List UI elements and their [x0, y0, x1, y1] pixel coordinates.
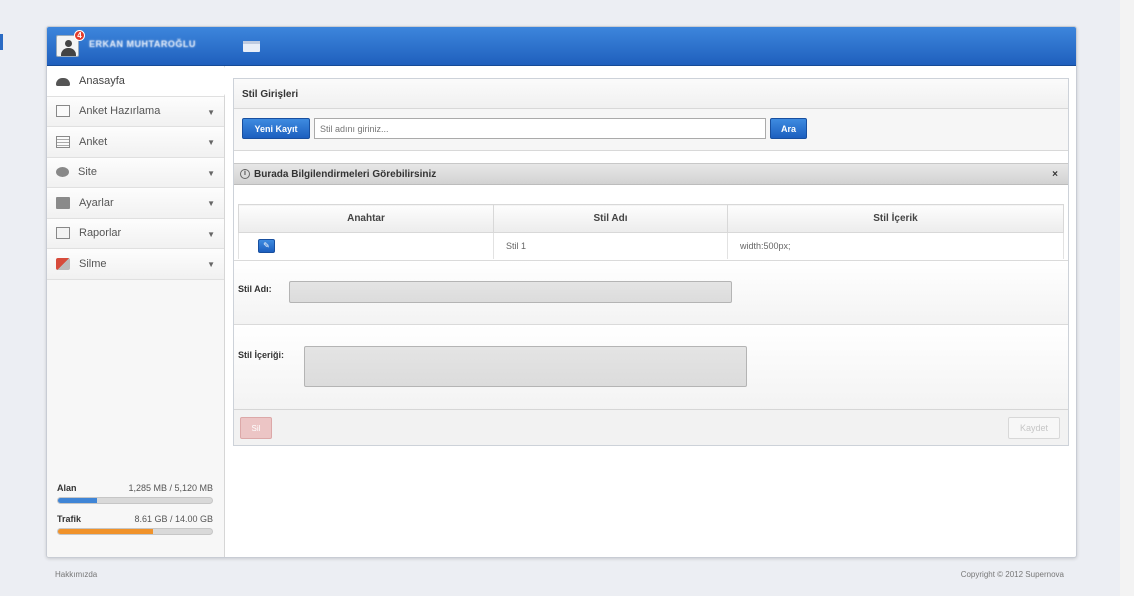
sidebar-item-label: Site [78, 166, 97, 179]
form-row-name: Stil Adı: [234, 260, 1068, 324]
panel-title: Stil Girişleri [234, 79, 1068, 109]
column-header-anahtar[interactable]: Anahtar [238, 204, 494, 233]
user-icon [65, 40, 72, 47]
column-header-stil-icerik[interactable]: Stil İçerik [727, 204, 1064, 233]
info-bar: i Burada Bilgilendirmeleri Görebilirsini… [234, 163, 1068, 185]
table-row[interactable]: ✎ Stil 1 width:500px; [238, 232, 1064, 259]
sidebar-item-label: Raporlar [79, 227, 122, 240]
sidebar-item-label: Ayarlar [79, 196, 114, 209]
delete-icon [56, 257, 70, 270]
sidebar-item-label: Anket [79, 135, 108, 148]
chevron-down-icon: ▼ [207, 199, 215, 208]
sidebar-item-anket-hazirlama[interactable]: Anket Hazırlama ▼ [47, 96, 224, 127]
usage-bar-fill [58, 498, 97, 503]
styles-table: Anahtar Stil Adı Stil İçerik ✎ Stil 1 wi… [238, 204, 1064, 259]
column-header-stil-adi[interactable]: Stil Adı [493, 204, 728, 233]
usage-stats: Alan 1,285 MB / 5,120 MB Trafik 8.61 GB … [57, 483, 213, 545]
sidebar-item-raporlar[interactable]: Raporlar ▼ [47, 218, 224, 249]
sidebar-item-anasayfa[interactable]: Anasayfa [47, 66, 231, 97]
search-input[interactable] [314, 118, 766, 139]
delete-button[interactable]: Sil [240, 417, 272, 439]
edit-icon[interactable]: ✎ [258, 238, 275, 253]
app-window: 4 ERKAN MUHTAROĞLU Anasayfa Anket Hazırl… [46, 26, 1077, 558]
search-row: Yeni Kayıt Ara [234, 109, 1068, 151]
usage-bar [57, 528, 213, 535]
form-actions: Sil Kaydet [234, 409, 1068, 445]
usage-label: Alan [57, 483, 77, 493]
close-icon[interactable]: × [1052, 169, 1058, 180]
usage-value: 1,285 MB / 5,120 MB [128, 483, 213, 493]
sidebar-item-anket[interactable]: Anket ▼ [47, 127, 224, 158]
usage-trafik: Trafik 8.61 GB / 14.00 GB [57, 514, 213, 535]
site-icon [56, 167, 69, 178]
save-button[interactable]: Kaydet [1008, 417, 1060, 439]
list-icon [56, 135, 70, 148]
chevron-down-icon: ▼ [207, 229, 215, 239]
usage-bar [57, 497, 213, 504]
new-record-button[interactable]: Yeni Kayıt [242, 118, 310, 139]
usage-value: 8.61 GB / 14.00 GB [134, 514, 213, 524]
about-link[interactable]: Hakkımızda [55, 570, 97, 579]
notification-badge[interactable]: 4 [74, 30, 85, 41]
settings-icon [56, 196, 70, 209]
right-strip [1120, 0, 1134, 596]
style-content-field[interactable] [304, 346, 747, 387]
table-cell-key: ✎ [238, 232, 494, 259]
username[interactable]: ERKAN MUHTAROĞLU [89, 39, 196, 49]
info-icon: i [240, 169, 250, 179]
main-panel: Stil Girişleri Yeni Kayıt Ara i Burada B… [233, 78, 1069, 446]
left-accent [0, 34, 3, 50]
topbar: 4 ERKAN MUHTAROĞLU [47, 27, 1076, 66]
chevron-down-icon: ▼ [207, 138, 215, 147]
chevron-down-icon: ▼ [207, 107, 215, 117]
report-icon [56, 227, 70, 240]
usage-alan: Alan 1,285 MB / 5,120 MB [57, 483, 213, 504]
info-text: Burada Bilgilendirmeleri Görebilirsiniz [254, 168, 437, 180]
sidebar-item-site[interactable]: Site ▼ [47, 157, 224, 188]
table-cell-name: Stil 1 [493, 232, 728, 259]
chevron-down-icon: ▼ [207, 260, 215, 269]
sidebar-item-silme[interactable]: Silme ▼ [47, 249, 224, 280]
sidebar-item-label: Anket Hazırlama [79, 105, 161, 118]
copyright: Copyright © 2012 Supernova [960, 570, 1064, 579]
style-content-label: Stil İçeriği: [238, 350, 285, 360]
table-header-row: Anahtar Stil Adı Stil İçerik [238, 204, 1064, 233]
sidebar-item-label: Silme [79, 257, 107, 270]
document-icon [56, 105, 70, 118]
search-button[interactable]: Ara [770, 118, 807, 139]
chevron-down-icon: ▼ [207, 168, 215, 178]
form-row-content: Stil İçeriği: [234, 324, 1068, 410]
sidebar: Anasayfa Anket Hazırlama ▼ Anket ▼ Site … [47, 66, 231, 557]
table-cell-content: width:500px; [727, 232, 1064, 259]
style-name-label: Stil Adı: [238, 284, 272, 294]
home-icon [56, 78, 70, 87]
message-icon[interactable] [243, 41, 260, 52]
usage-label: Trafik [57, 514, 82, 524]
usage-bar-fill [58, 529, 153, 534]
style-name-field[interactable] [289, 281, 732, 303]
sidebar-item-ayarlar[interactable]: Ayarlar ▼ [47, 188, 224, 219]
sidebar-item-label: Anasayfa [79, 74, 125, 87]
